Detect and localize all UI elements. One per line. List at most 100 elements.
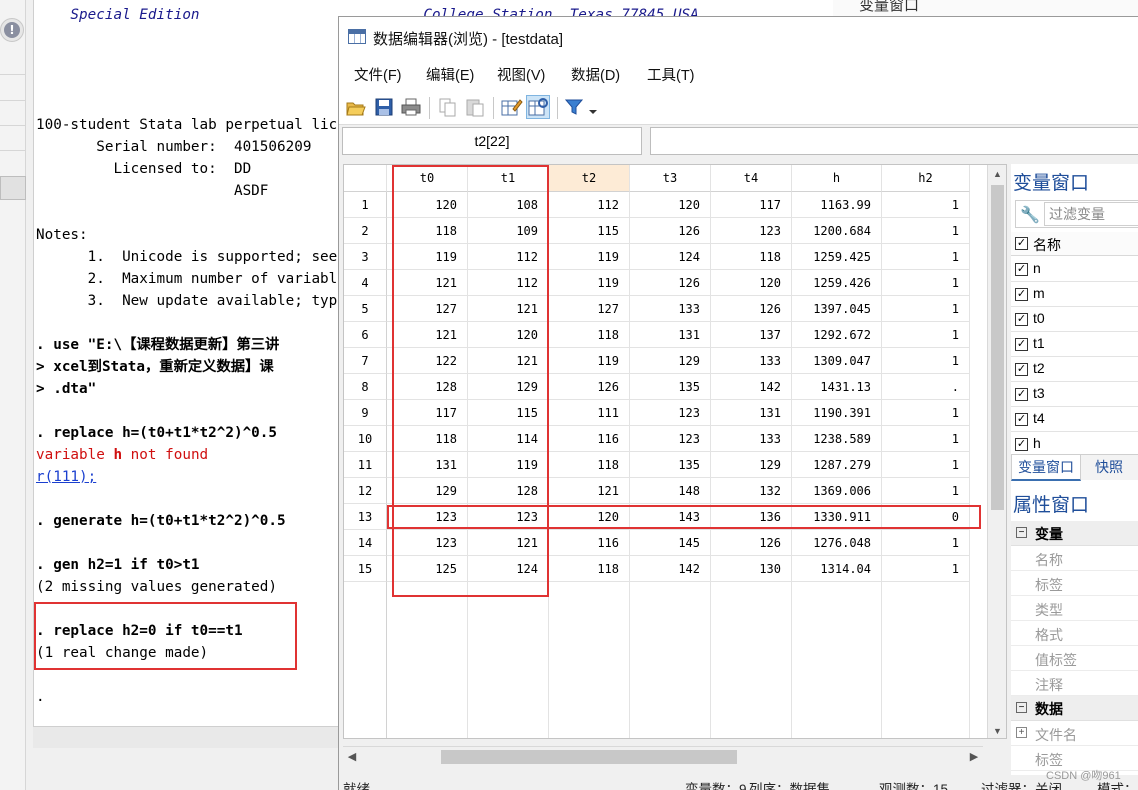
- table-cell[interactable]: 112: [549, 192, 630, 218]
- table-cell[interactable]: 1309.047: [792, 348, 882, 374]
- row-number[interactable]: 15: [344, 556, 387, 582]
- menu-data[interactable]: 数据(D): [571, 64, 620, 85]
- horizontal-scroll-thumb[interactable]: [441, 750, 737, 764]
- scroll-down-arrow-icon[interactable]: ▼: [988, 722, 1006, 738]
- table-cell[interactable]: 1259.426: [792, 270, 882, 296]
- variable-checkbox[interactable]: ✓: [1015, 438, 1028, 451]
- collapse-icon[interactable]: −: [1016, 527, 1027, 538]
- table-cell[interactable]: 124: [630, 244, 711, 270]
- tab-variables[interactable]: 变量窗口: [1011, 455, 1081, 481]
- table-cell[interactable]: 126: [630, 218, 711, 244]
- table-cell[interactable]: 116: [549, 530, 630, 556]
- table-cell[interactable]: 123: [711, 218, 792, 244]
- variable-row-t2[interactable]: ✓ t2: [1011, 357, 1138, 382]
- table-cell[interactable]: 1287.279: [792, 452, 882, 478]
- left-strip-block[interactable]: [0, 176, 26, 200]
- table-cell[interactable]: .: [882, 374, 970, 400]
- table-cell[interactable]: 1259.425: [792, 244, 882, 270]
- variable-row-n[interactable]: ✓ n: [1011, 257, 1138, 282]
- table-cell[interactable]: 145: [630, 530, 711, 556]
- column-header-h[interactable]: h: [792, 165, 882, 192]
- table-cell[interactable]: 1: [882, 322, 970, 348]
- table-cell[interactable]: 118: [549, 556, 630, 582]
- table-cell[interactable]: 120: [711, 270, 792, 296]
- table-cell[interactable]: 116: [549, 426, 630, 452]
- variable-checkbox[interactable]: ✓: [1015, 288, 1028, 301]
- table-cell[interactable]: 126: [630, 270, 711, 296]
- row-number[interactable]: 6: [344, 322, 387, 348]
- table-cell[interactable]: 1: [882, 192, 970, 218]
- table-cell[interactable]: 130: [711, 556, 792, 582]
- properties-section[interactable]: − 数据: [1011, 696, 1138, 721]
- table-cell[interactable]: 111: [549, 400, 630, 426]
- table-cell[interactable]: 123: [630, 400, 711, 426]
- row-number[interactable]: 14: [344, 530, 387, 556]
- row-number[interactable]: 11: [344, 452, 387, 478]
- table-cell[interactable]: 126: [711, 530, 792, 556]
- column-header-t2[interactable]: t2: [549, 165, 630, 192]
- variable-row-t3[interactable]: ✓ t3: [1011, 382, 1138, 407]
- table-cell[interactable]: 129: [630, 348, 711, 374]
- table-cell[interactable]: 1276.048: [792, 530, 882, 556]
- open-icon[interactable]: [344, 95, 368, 119]
- variable-checkbox[interactable]: ✓: [1015, 313, 1028, 326]
- filter-variables-input[interactable]: 过滤变量: [1044, 202, 1138, 226]
- collapse-icon[interactable]: −: [1016, 702, 1027, 713]
- table-cell[interactable]: 148: [630, 478, 711, 504]
- grid-vertical-scrollbar[interactable]: ▲ ▼: [987, 165, 1006, 738]
- row-number[interactable]: 1: [344, 192, 387, 218]
- table-cell[interactable]: 1190.391: [792, 400, 882, 426]
- table-cell[interactable]: 119: [549, 270, 630, 296]
- row-number[interactable]: 8: [344, 374, 387, 400]
- row-number[interactable]: 4: [344, 270, 387, 296]
- column-header-t3[interactable]: t3: [630, 165, 711, 192]
- menu-file[interactable]: 文件(F): [354, 64, 402, 85]
- expand-icon[interactable]: +: [1016, 727, 1027, 738]
- results-line[interactable]: r(111);: [36, 466, 96, 488]
- table-cell[interactable]: 117: [711, 192, 792, 218]
- table-cell[interactable]: 133: [711, 426, 792, 452]
- results-scrollbar[interactable]: [33, 726, 338, 748]
- table-cell[interactable]: 1369.006: [792, 478, 882, 504]
- property-row[interactable]: 类型: [1011, 596, 1138, 621]
- scroll-left-arrow-icon[interactable]: ◀: [343, 748, 361, 766]
- info-icon[interactable]: !: [0, 18, 24, 42]
- table-cell[interactable]: 1163.99: [792, 192, 882, 218]
- table-cell[interactable]: 1431.13: [792, 374, 882, 400]
- property-row[interactable]: 格式: [1011, 621, 1138, 646]
- table-cell[interactable]: 119: [549, 244, 630, 270]
- table-cell[interactable]: 1200.684: [792, 218, 882, 244]
- table-cell[interactable]: 126: [711, 296, 792, 322]
- property-row[interactable]: 名称: [1011, 546, 1138, 571]
- menu-edit[interactable]: 编辑(E): [426, 64, 474, 85]
- table-cell[interactable]: 142: [630, 556, 711, 582]
- table-cell[interactable]: 123: [630, 426, 711, 452]
- table-cell[interactable]: 131: [711, 400, 792, 426]
- table-cell[interactable]: 1: [882, 296, 970, 322]
- table-cell[interactable]: 118: [549, 452, 630, 478]
- table-cell[interactable]: 1: [882, 348, 970, 374]
- row-number[interactable]: 10: [344, 426, 387, 452]
- table-cell[interactable]: 1: [882, 556, 970, 582]
- cell-value-box[interactable]: [650, 127, 1138, 155]
- row-number[interactable]: 12: [344, 478, 387, 504]
- print-icon[interactable]: [399, 95, 423, 119]
- row-number[interactable]: 5: [344, 296, 387, 322]
- table-cell[interactable]: 1397.045: [792, 296, 882, 322]
- scroll-up-arrow-icon[interactable]: ▲: [988, 165, 1006, 183]
- property-row[interactable]: 标签: [1011, 571, 1138, 596]
- table-cell[interactable]: 118: [549, 322, 630, 348]
- vertical-scroll-thumb[interactable]: [991, 185, 1004, 510]
- cell-reference-box[interactable]: t2[22]: [342, 127, 642, 155]
- table-cell[interactable]: 121: [549, 478, 630, 504]
- variable-row-t0[interactable]: ✓ t0: [1011, 307, 1138, 332]
- variable-checkbox[interactable]: ✓: [1015, 413, 1028, 426]
- properties-section[interactable]: − 变量: [1011, 521, 1138, 546]
- row-number[interactable]: 3: [344, 244, 387, 270]
- filter-icon[interactable]: [563, 95, 601, 119]
- variable-row-t4[interactable]: ✓ t4: [1011, 407, 1138, 432]
- row-number[interactable]: 2: [344, 218, 387, 244]
- wrench-icon[interactable]: 🔧: [1020, 205, 1040, 225]
- variable-row-t1[interactable]: ✓ t1: [1011, 332, 1138, 357]
- column-header-h2[interactable]: h2: [882, 165, 970, 192]
